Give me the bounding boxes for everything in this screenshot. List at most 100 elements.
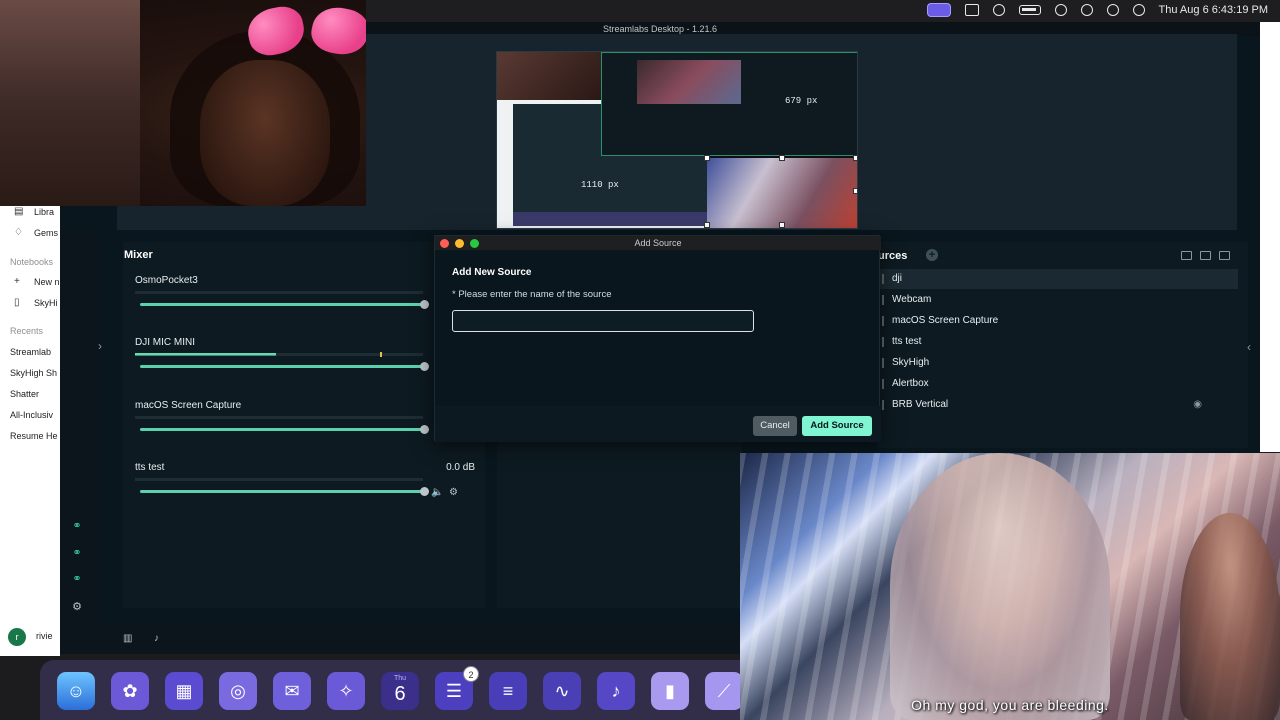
source-name-input[interactable] — [452, 310, 754, 332]
webcam-overlay — [0, 0, 366, 206]
wifi-icon[interactable] — [1054, 4, 1067, 16]
folder-icon[interactable] — [1219, 251, 1230, 260]
user-name[interactable]: rivie — [36, 631, 53, 641]
slider-knob[interactable] — [420, 425, 429, 434]
resize-handle[interactable] — [704, 155, 710, 161]
gear-icon[interactable]: ⚙ — [449, 487, 458, 498]
group-icon[interactable] — [1181, 251, 1192, 260]
dropbox-icon[interactable] — [964, 4, 979, 16]
source-item[interactable]: SkyHigh — [878, 353, 1238, 373]
peak-indicator — [380, 352, 382, 357]
add-source-icon[interactable]: + — [926, 249, 938, 261]
source-item[interactable]: macOS Screen Capture — [878, 311, 1238, 331]
launchpad-icon[interactable]: ▦ — [165, 672, 203, 710]
notification-badge: 2 — [463, 666, 479, 682]
recent-item[interactable]: Shatter — [10, 389, 39, 399]
recent-item[interactable]: Resume He — [10, 431, 58, 441]
notification-icon[interactable]: ♪ — [154, 633, 159, 644]
performance-icon[interactable]: ▥ — [123, 633, 132, 644]
recents-heading: Recents — [10, 326, 44, 336]
source-label: Alertbox — [892, 378, 929, 389]
siri-icon[interactable] — [1132, 4, 1145, 16]
battery-icon[interactable] — [1018, 5, 1041, 15]
source-item[interactable]: Alertbox — [878, 374, 1238, 394]
recent-item[interactable]: Streamlab — [10, 347, 51, 357]
settings-icon[interactable]: ⚙ — [71, 601, 83, 613]
finder-icon[interactable]: ☺ — [57, 672, 95, 710]
left-nav-rail: ⚭ ⚭ ⚭ ⚙ ● — [60, 230, 100, 654]
mixer-source-name: tts test — [135, 462, 165, 473]
notes-icon[interactable]: ≡ — [489, 672, 527, 710]
search-icon[interactable] — [1080, 4, 1093, 16]
mixer-row: OsmoPocket3 — [135, 275, 475, 333]
numbers-icon[interactable]: ▮ — [651, 672, 689, 710]
source-item[interactable]: Webcam — [878, 290, 1238, 310]
recent-item[interactable]: SkyHigh Sh — [10, 368, 57, 378]
notes-item[interactable]: Libra — [34, 207, 54, 217]
volume-slider[interactable] — [140, 425, 429, 434]
preview-width-label: 1110 px — [581, 180, 619, 190]
resize-handle[interactable] — [779, 222, 785, 228]
power-icon[interactable] — [992, 4, 1005, 16]
volume-meter — [135, 291, 423, 294]
volume-meter — [135, 352, 423, 357]
cancel-button[interactable]: Cancel — [753, 416, 797, 436]
source-label: tts test — [892, 336, 922, 347]
calendar-day: 6 — [394, 683, 406, 705]
source-label: Webcam — [892, 294, 932, 305]
chevron-right-icon[interactable]: › — [98, 339, 102, 353]
chevron-left-icon[interactable]: ‹ — [1247, 340, 1251, 354]
preview-video-source — [707, 158, 857, 228]
resize-handle[interactable] — [853, 155, 857, 161]
safari-icon[interactable]: ✧ — [327, 672, 365, 710]
video-overlay: Oh my god, you are bleeding. — [740, 453, 1280, 720]
slider-knob[interactable] — [420, 487, 429, 496]
notes-item[interactable]: New n — [34, 277, 60, 287]
resize-handle[interactable] — [704, 222, 710, 228]
link-icon[interactable]: ⚭ — [71, 547, 83, 559]
hidden-eye-icon[interactable]: ◉ — [1193, 395, 1202, 415]
desktop: Thu Aug 6 6:43:19 PM ▤ Libra ♢ Gems Note… — [0, 0, 1280, 720]
link-icon[interactable]: ⚭ — [71, 573, 83, 585]
menubar-status-area: Thu Aug 6 6:43:19 PM — [926, 3, 1268, 17]
slider-knob[interactable] — [420, 300, 429, 309]
menubar-clock[interactable]: Thu Aug 6 6:43:19 PM — [1159, 4, 1268, 16]
volume-slider[interactable] — [140, 300, 429, 309]
add-source-button[interactable]: Add Source — [802, 416, 872, 436]
resize-handle[interactable] — [853, 188, 857, 194]
reminders-icon[interactable]: ☰ 2 — [435, 666, 479, 710]
mixer-source-name: OsmoPocket3 — [135, 275, 198, 286]
background-window-edge — [1257, 22, 1280, 452]
volume-meter — [135, 478, 423, 481]
resize-handle[interactable] — [779, 155, 785, 161]
mixer-title: Mixer — [124, 249, 153, 261]
notebooks-heading: Notebooks — [10, 257, 54, 267]
volume-slider[interactable] — [140, 487, 429, 496]
link-icon[interactable]: ⚭ — [71, 520, 83, 532]
calendar-icon[interactable]: Thu 6 — [381, 672, 419, 710]
avatar[interactable]: r — [8, 628, 26, 646]
chrome-icon[interactable]: ◎ — [219, 672, 257, 710]
notes-item[interactable]: Gems — [34, 228, 58, 238]
source-item[interactable]: tts test — [878, 332, 1238, 352]
stage-manager-icon[interactable] — [926, 3, 951, 17]
control-center-icon[interactable] — [1106, 4, 1119, 16]
music-icon[interactable]: ♪ — [597, 672, 635, 710]
volume-meter — [135, 416, 423, 419]
dialog-heading: Add New Source — [452, 267, 532, 278]
source-item[interactable]: BRB Vertical ◉ — [878, 395, 1238, 415]
volume-slider[interactable] — [140, 362, 429, 371]
mail-icon[interactable]: ✉ — [273, 672, 311, 710]
source-item[interactable]: dji — [878, 269, 1238, 289]
mixer-source-name: macOS Screen Capture — [135, 400, 242, 411]
slider-knob[interactable] — [420, 362, 429, 371]
scene-preview[interactable]: 679 px 1110 px — [496, 51, 858, 229]
photos-icon[interactable]: ✿ — [111, 672, 149, 710]
preview-dock — [513, 212, 707, 226]
audio-icon[interactable] — [1200, 251, 1211, 260]
freeform-icon[interactable]: ∿ — [543, 672, 581, 710]
notes-item[interactable]: SkyHi — [34, 298, 58, 308]
speaker-icon[interactable]: 🔈 — [431, 487, 443, 498]
pages-icon[interactable]: ⟋ — [705, 672, 743, 710]
recent-item[interactable]: All-Inclusiv — [10, 410, 53, 420]
